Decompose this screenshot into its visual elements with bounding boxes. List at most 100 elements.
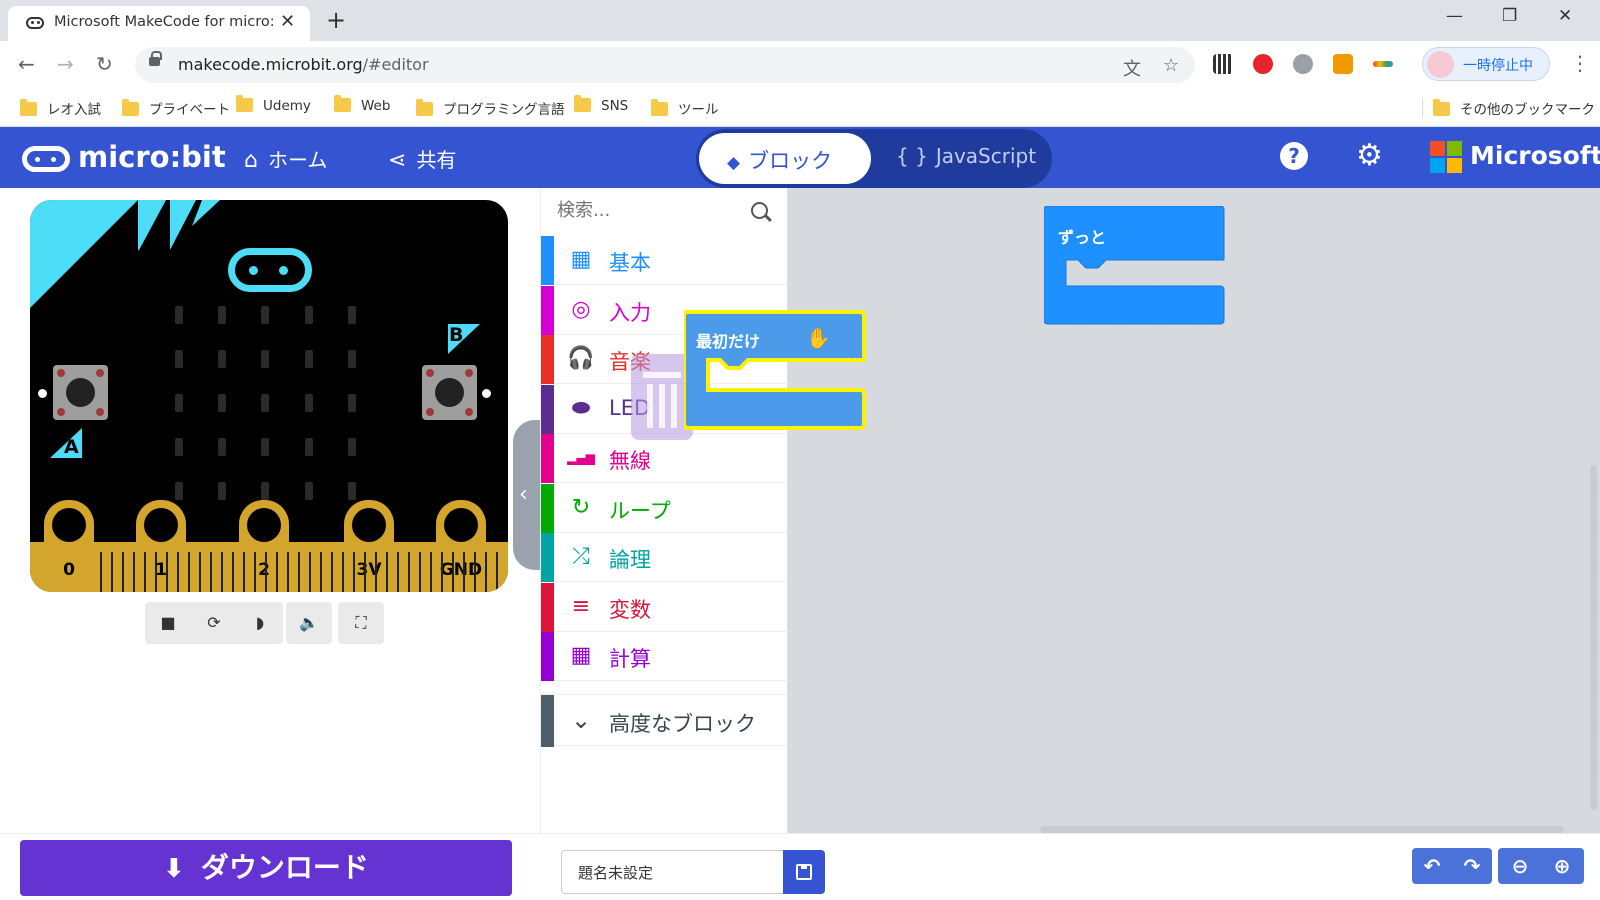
bookmark-folder[interactable]: プログラミング言語 — [416, 98, 565, 118]
block-toolbox: ▦基本◎入力🎧音楽⬬LED▂▄▆無線↻ループ⤮論理≡変数▦計算 ⌄ 高度なブロッ… — [540, 188, 789, 833]
toolbox-category[interactable]: ↻ ループ — [541, 483, 789, 533]
headphones-icon: 🎧 — [567, 346, 595, 371]
bookmark-folder[interactable]: SNS — [574, 95, 628, 114]
analytics-extension-icon[interactable] — [1333, 54, 1353, 74]
toolbox-category-label: 基本 — [609, 251, 651, 275]
redo-icon[interactable]: ↷ — [1452, 848, 1492, 884]
braces-icon: { } — [896, 144, 928, 168]
pin-0[interactable]: 0 — [44, 500, 94, 592]
translate-icon[interactable]: 文 — [1123, 55, 1141, 81]
bookmark-folder[interactable]: Web — [334, 95, 390, 114]
new-tab-button[interactable]: + — [326, 6, 346, 34]
download-button[interactable]: ⬇ ダウンロード — [20, 840, 512, 896]
advanced-blocks-toggle[interactable]: ⌄ 高度なブロック — [541, 694, 789, 747]
profile-button[interactable]: 一時停止中 — [1422, 47, 1550, 81]
share-icon: ⋖ — [388, 148, 407, 173]
search-input[interactable] — [557, 200, 737, 221]
lock-icon[interactable] — [149, 51, 162, 66]
back-icon[interactable]: ← — [18, 52, 35, 76]
pin-2[interactable]: 2 — [239, 500, 289, 592]
microbit-favicon-icon — [26, 17, 44, 29]
folder-icon — [20, 99, 37, 116]
forward-icon[interactable]: → — [57, 52, 74, 76]
star-bookmark-icon[interactable]: ☆ — [1163, 55, 1179, 76]
led — [175, 350, 183, 368]
blocks-workspace[interactable]: ずっと — [788, 188, 1600, 833]
bookmark-folder[interactable]: プライベート — [122, 98, 230, 118]
slowmo-icon[interactable]: ◗ — [237, 602, 283, 644]
toggle-icon: ⬬ — [571, 395, 591, 421]
help-icon[interactable]: ? — [1280, 142, 1308, 170]
microbit-simulator-board[interactable]: A B 0 1 2 3V GND — [30, 200, 508, 592]
minimize-icon[interactable]: — — [1446, 6, 1463, 26]
led — [305, 306, 313, 324]
address-bar-row: ← → ↻ makecode.microbit.org/#editor 文 ☆ … — [0, 41, 1600, 89]
button-b-dot — [482, 389, 491, 398]
trend-extension-icon[interactable] — [1253, 54, 1273, 74]
zoom-in-icon[interactable]: ⊕ — [1542, 848, 1582, 884]
home-button[interactable]: ⌂ ホーム — [244, 144, 327, 173]
mute-icon[interactable]: 🔈 — [286, 602, 332, 644]
rainbow-extension-icon[interactable] — [1373, 61, 1393, 67]
share-button[interactable]: ⋖ 共有 — [388, 144, 456, 173]
bookmarks-bar: レオ入試 プライベート Udemy Web プログラミング言語 SNS ツール … — [0, 89, 1600, 127]
workspace-horizontal-scrollbar[interactable] — [1040, 826, 1564, 833]
restore-icon[interactable]: ❐ — [1502, 6, 1517, 26]
gear-icon[interactable]: ⚙ — [1356, 141, 1384, 171]
project-name-input[interactable] — [561, 850, 783, 894]
url-text: makecode.microbit.org/#editor — [178, 55, 429, 74]
close-tab-icon[interactable]: ✕ — [280, 11, 295, 32]
led — [218, 482, 226, 500]
microsoft-label: Microsoft — [1470, 141, 1600, 170]
on-start-block-label: 最初だけ — [696, 332, 761, 351]
led — [305, 394, 313, 412]
button-a[interactable] — [53, 365, 108, 420]
pin-gnd[interactable]: GND — [436, 500, 486, 592]
workspace-vertical-scrollbar[interactable] — [1590, 465, 1597, 810]
toolbox-category[interactable]: ⤮ 論理 — [541, 533, 789, 582]
folder-icon — [236, 95, 253, 112]
browser-menu-icon[interactable]: ⋮ — [1570, 51, 1590, 75]
javascript-mode-button[interactable]: { } JavaScript — [896, 144, 1036, 168]
browser-tab[interactable]: Microsoft MakeCode for micro:bit ✕ — [8, 6, 310, 41]
led — [261, 306, 269, 324]
other-bookmarks[interactable]: その他のブックマーク — [1422, 98, 1595, 118]
folder-icon — [574, 95, 591, 112]
led — [348, 306, 356, 324]
window-close-icon[interactable]: ✕ — [1558, 6, 1572, 26]
undo-redo-group: ↶ ↷ — [1412, 848, 1492, 884]
signal-icon: ▂▄▆ — [567, 451, 595, 465]
led — [348, 438, 356, 456]
restart-icon[interactable]: ⟳ — [191, 602, 237, 644]
qr-extension-icon[interactable] — [1213, 54, 1233, 74]
folder-icon — [1433, 99, 1450, 116]
blocks-mode-button[interactable]: ◆ ブロック — [699, 133, 871, 184]
undo-icon[interactable]: ↶ — [1412, 848, 1452, 884]
advanced-blocks-label: 高度なブロック — [609, 712, 756, 736]
bookmark-folder[interactable]: Udemy — [236, 95, 311, 114]
reload-icon[interactable]: ↻ — [96, 52, 113, 76]
button-a-dot — [38, 389, 47, 398]
search-icon[interactable] — [751, 202, 768, 219]
editor-mode-switch: ◆ ブロック { } JavaScript — [696, 129, 1052, 188]
toolbox-category[interactable]: ▦ 基本 — [541, 236, 789, 285]
button-b[interactable] — [422, 365, 477, 420]
toolbox-category[interactable]: ▦ 計算 — [541, 632, 789, 681]
save-button[interactable] — [783, 850, 825, 894]
toolbox-category[interactable]: ▂▄▆ 無線 — [541, 434, 789, 483]
skype-extension-icon[interactable] — [1293, 54, 1313, 74]
bookmark-folder[interactable]: レオ入試 — [20, 98, 101, 118]
board-logo-icon[interactable] — [228, 248, 312, 292]
url-bar[interactable]: makecode.microbit.org/#editor 文 ☆ — [135, 47, 1195, 83]
fullscreen-icon[interactable]: ⛶ — [338, 602, 384, 644]
collapse-simulator-button[interactable]: ‹ — [513, 420, 540, 570]
led — [218, 438, 226, 456]
folder-icon — [651, 99, 668, 116]
bookmark-folder[interactable]: ツール — [651, 98, 719, 118]
stop-icon[interactable]: ■ — [145, 602, 191, 644]
zoom-out-icon[interactable]: ⊖ — [1500, 848, 1540, 884]
toolbox-category-label: 入力 — [609, 300, 651, 325]
led — [348, 394, 356, 412]
toolbox-category[interactable]: ≡ 変数 — [541, 582, 789, 632]
floppy-icon — [796, 864, 812, 880]
